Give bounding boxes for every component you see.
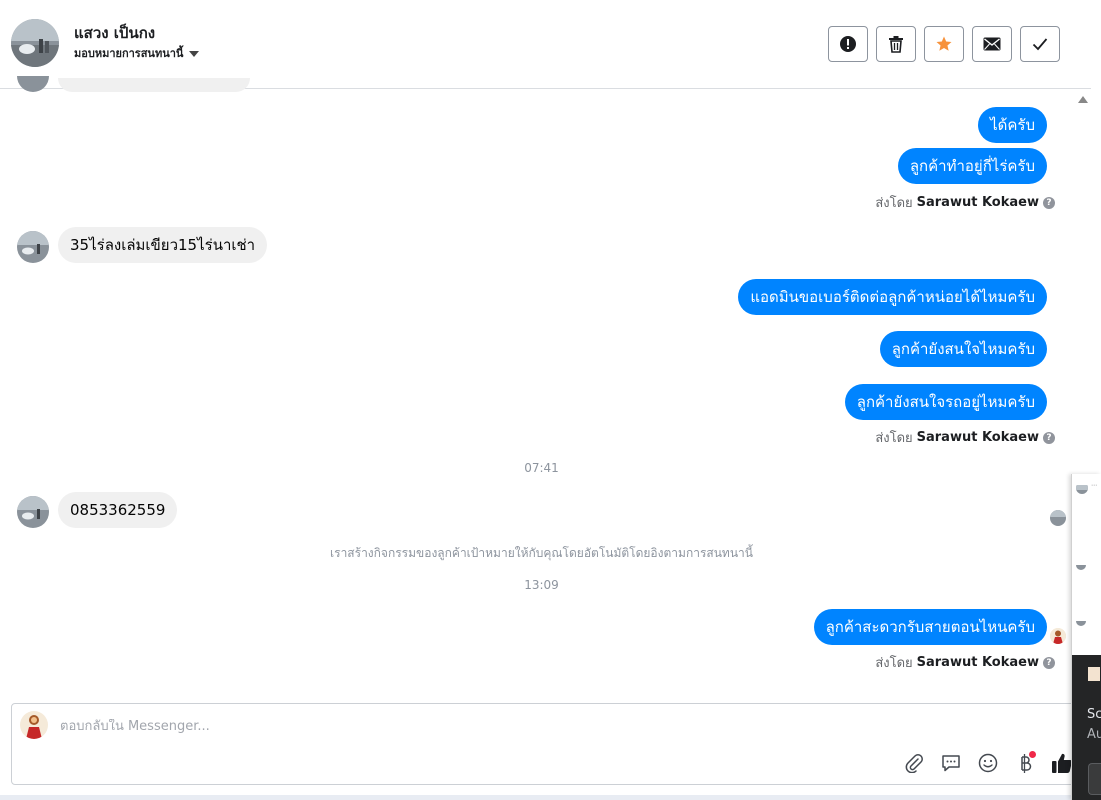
sent-by-prefix: ส่งโดย	[875, 196, 913, 211]
message-bubble-outgoing[interactable]: แอดมินขอเบอร์ติดต่อลูกค้าหน่อยได้ไหมครับ	[738, 279, 1047, 315]
help-icon[interactable]: ?	[1043, 656, 1055, 669]
sent-by-label: ส่งโดย Sarawut Kokaew ?	[875, 192, 1055, 213]
alert-icon	[840, 36, 856, 52]
message-bubble-outgoing[interactable]: ลูกค้าสะดวกรับสายตอนไหนครับ	[813, 609, 1047, 645]
reply-input[interactable]	[60, 719, 960, 734]
message-bubble-outgoing[interactable]: ลูกค้ายังสนใจไหมครับ	[879, 331, 1047, 367]
message-bubble-incoming[interactable]: 0853362559	[58, 492, 178, 528]
check-icon	[1032, 38, 1048, 51]
thread-snippet: ⋯	[1091, 482, 1097, 489]
sent-by-prefix: ส่งโดย	[875, 431, 913, 446]
done-button[interactable]	[1020, 26, 1060, 62]
chevron-down-icon	[189, 50, 200, 57]
emoji-icon	[978, 753, 998, 773]
thread-avatar[interactable]	[1076, 560, 1086, 570]
envelope-icon	[983, 37, 1001, 51]
mark-unread-button[interactable]	[972, 26, 1012, 62]
timestamp: 07:41	[524, 461, 559, 475]
message-bubble-outgoing[interactable]: ได้ครับ	[978, 107, 1047, 143]
sender-name: Sarawut Kokaew	[916, 655, 1039, 670]
message-bubble-outgoing[interactable]: ลูกค้ายังสนใจรถอยู่ไหมครับ	[844, 384, 1047, 420]
notification-toast[interactable]: Sc Au	[1072, 655, 1101, 800]
sent-by-prefix: ส่งโดย	[875, 656, 913, 671]
delete-button[interactable]	[876, 26, 916, 62]
side-chat-panel: ⋯ Sc Au	[1071, 474, 1101, 800]
toast-subtitle: Au	[1087, 727, 1101, 742]
star-button[interactable]	[924, 26, 964, 62]
saved-reply-icon	[942, 755, 960, 772]
header-actions	[828, 26, 1060, 62]
thread-avatar[interactable]	[1076, 616, 1086, 626]
payment-button[interactable]	[1013, 751, 1037, 775]
conversation-header: แสวง เป็นกง มอบหมายการสนทนานี้	[0, 0, 1091, 89]
contact-avatar-small[interactable]	[17, 231, 49, 263]
messenger-thread: แสวง เป็นกง มอบหมายการสนทนานี้ ได้ครับ ล…	[0, 0, 1101, 800]
attach-icon	[905, 754, 923, 773]
sent-by-label: ส่งโดย Sarawut Kokaew ?	[875, 652, 1055, 673]
report-button[interactable]	[828, 26, 868, 62]
read-receipt-avatar	[1050, 510, 1066, 526]
attach-button[interactable]	[902, 751, 926, 775]
toast-app-icon	[1088, 667, 1100, 681]
contact-avatar-small[interactable]	[17, 496, 49, 528]
star-icon	[936, 36, 952, 51]
notification-dot	[1029, 751, 1036, 758]
scroll-up-arrow-icon[interactable]	[1078, 96, 1088, 103]
page-avatar-small	[1050, 628, 1066, 644]
page-avatar	[20, 711, 48, 739]
like-icon	[1052, 753, 1072, 773]
sent-by-label: ส่งโดย Sarawut Kokaew ?	[875, 427, 1055, 448]
message-bubble-incoming[interactable]: 35ไร่ลงเล่มเขียว15ไร่นาเช่า	[58, 227, 268, 263]
help-icon[interactable]: ?	[1043, 196, 1055, 209]
help-icon[interactable]: ?	[1043, 431, 1055, 444]
assign-label: มอบหมายการสนทนานี้	[74, 47, 184, 60]
trash-icon	[889, 36, 903, 53]
page-bottom-edge	[0, 795, 1071, 800]
thread-avatar[interactable]	[1076, 482, 1088, 494]
toast-button[interactable]	[1088, 763, 1101, 795]
message-bubble-partial	[58, 78, 250, 92]
reply-composer	[11, 703, 1081, 785]
composer-tools	[902, 751, 1074, 775]
timestamp: 13:09	[524, 578, 559, 592]
toast-title: Sc	[1087, 707, 1101, 722]
contact-name[interactable]: แสวง เป็นกง	[74, 21, 155, 45]
contact-avatar-small	[17, 76, 49, 92]
emoji-button[interactable]	[976, 751, 1000, 775]
sender-name: Sarawut Kokaew	[916, 430, 1039, 445]
contact-avatar[interactable]	[11, 19, 59, 67]
message-bubble-outgoing[interactable]: ลูกค้าทำอยู่กี่ไร่ครับ	[897, 148, 1047, 184]
saved-reply-button[interactable]	[939, 751, 963, 775]
assign-conversation-dropdown[interactable]: มอบหมายการสนทนานี้	[74, 44, 200, 62]
system-note: เราสร้างกิจกรรมของลูกค้าเป้าหมายให้กับคุ…	[330, 546, 753, 560]
sender-name: Sarawut Kokaew	[916, 195, 1039, 210]
